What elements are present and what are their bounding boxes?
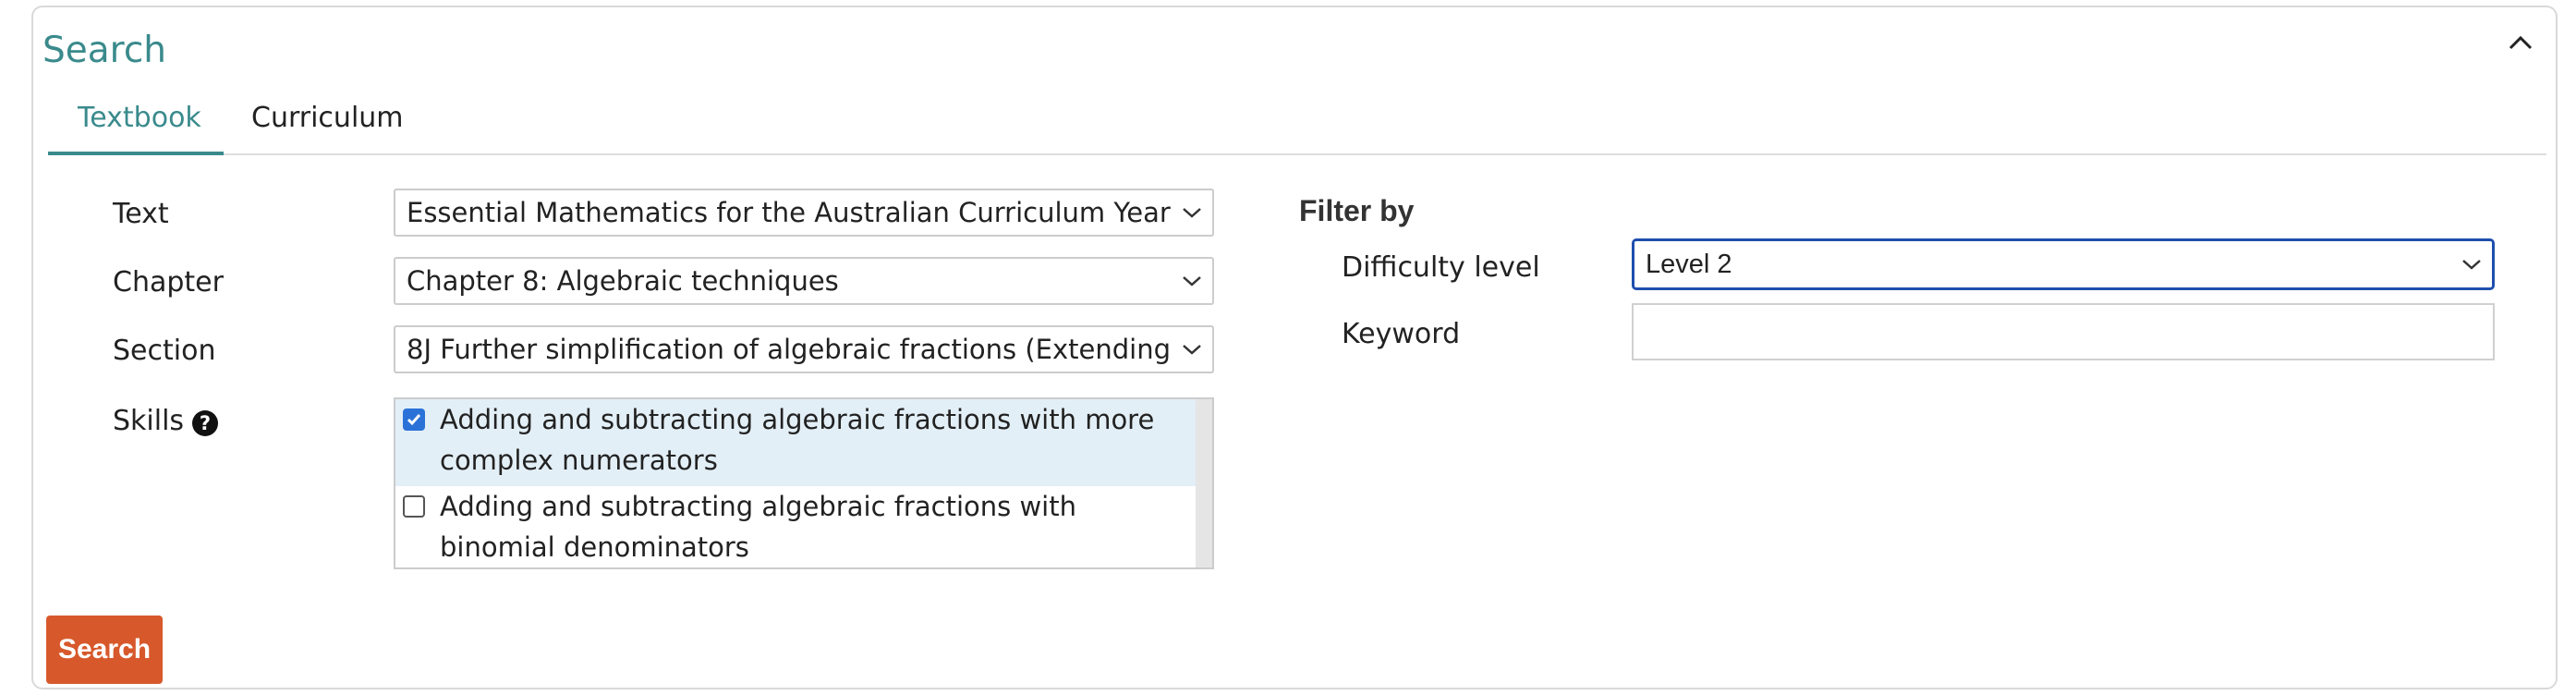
collapse-button[interactable] [2502, 24, 2539, 61]
chevron-down-icon [1183, 345, 1201, 355]
panel-title: Search [43, 30, 166, 71]
active-tab-indicator [48, 152, 224, 155]
question-circle-icon[interactable]: ? [192, 410, 218, 436]
difficulty-select[interactable]: Level 2 [1632, 238, 2495, 290]
checkbox-checked[interactable] [403, 408, 425, 431]
skills-list[interactable]: Adding and subtracting algebraic fractio… [394, 397, 1214, 569]
tabs-divider [48, 153, 2546, 155]
keyword-label: Keyword [1342, 318, 1461, 350]
section-select-value: 8J Further simplification of algebraic f… [407, 334, 1172, 365]
text-label: Text [113, 198, 169, 230]
chevron-down-icon [1183, 208, 1201, 218]
checkbox-unchecked[interactable] [403, 495, 425, 518]
tab-textbook[interactable]: Textbook [78, 102, 201, 134]
tab-curriculum[interactable]: Curriculum [251, 102, 404, 134]
text-select[interactable]: Essential Mathematics for the Australian… [394, 189, 1214, 237]
chapter-select-value: Chapter 8: Algebraic techniques [407, 265, 839, 297]
search-button[interactable]: Search [46, 616, 163, 684]
difficulty-label: Difficulty level [1342, 251, 1540, 284]
chapter-select[interactable]: Chapter 8: Algebraic techniques [394, 257, 1214, 305]
chevron-down-icon [1183, 276, 1201, 287]
skills-scrollbar[interactable] [1196, 399, 1212, 567]
section-select[interactable]: 8J Further simplification of algebraic f… [394, 325, 1214, 373]
difficulty-select-value: Level 2 [1646, 249, 1732, 279]
skill-option-1-label: Adding and subtracting algebraic fractio… [440, 404, 1155, 476]
keyword-input[interactable] [1632, 303, 2495, 360]
check-icon [407, 414, 421, 426]
skill-option-1[interactable]: Adding and subtracting algebraic fractio… [395, 399, 1196, 486]
chevron-down-icon [2462, 260, 2481, 270]
chapter-label: Chapter [113, 266, 224, 299]
section-label: Section [113, 335, 216, 367]
skill-option-2[interactable]: Adding and subtracting algebraic fractio… [395, 486, 1196, 567]
filter-title: Filter by [1299, 194, 1415, 227]
skill-option-2-label: Adding and subtracting algebraic fractio… [440, 491, 1076, 563]
search-panel: Search Textbook Curriculum Text Essentia… [31, 6, 2558, 689]
chevron-up-icon [2509, 35, 2533, 50]
skills-label: Skills [113, 405, 185, 437]
text-select-value: Essential Mathematics for the Australian… [407, 197, 1172, 228]
